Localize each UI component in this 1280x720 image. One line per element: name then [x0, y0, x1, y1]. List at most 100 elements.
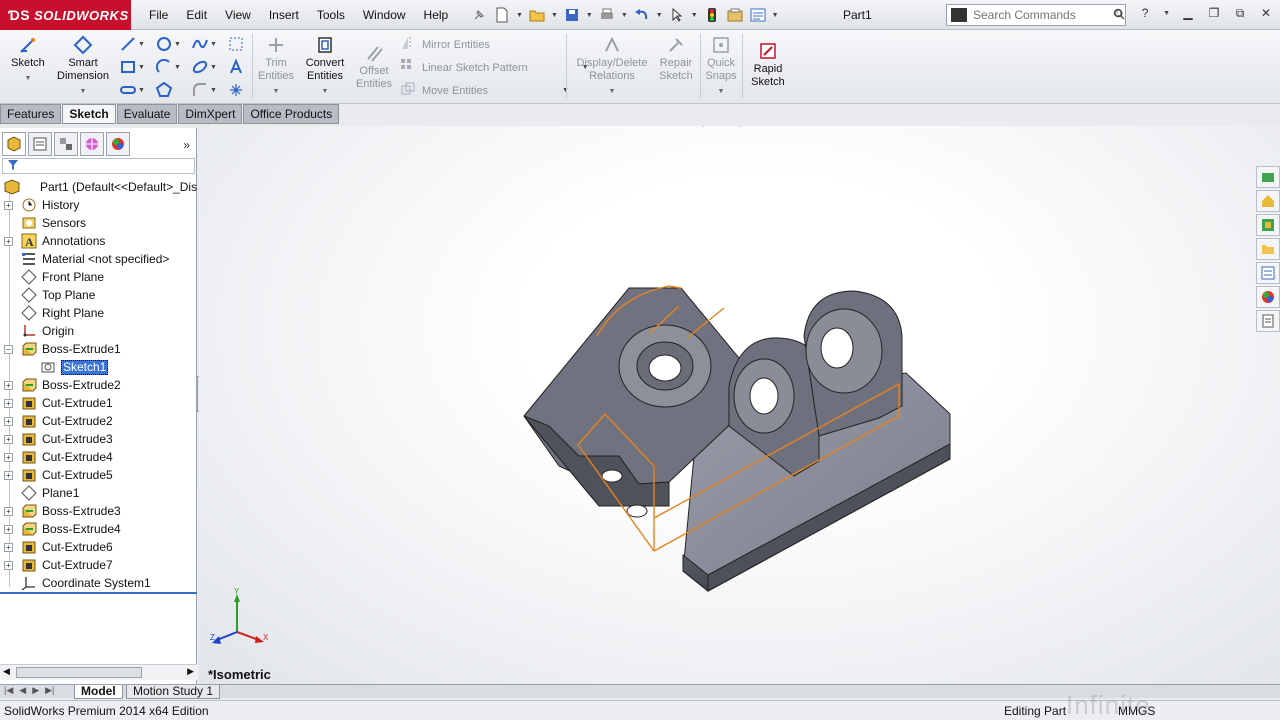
view-settings-icon[interactable] — [866, 126, 884, 128]
undo-dropdown-icon[interactable]: ▼ — [656, 12, 663, 19]
print-dropdown-icon[interactable]: ▼ — [621, 12, 628, 19]
expand-icon[interactable]: + — [4, 452, 13, 462]
menu-edit[interactable]: Edit — [177, 0, 216, 30]
polygon-tool-icon[interactable] — [156, 80, 192, 100]
panel-divider[interactable] — [0, 592, 197, 594]
menu-help[interactable]: Help — [415, 0, 458, 30]
minimize-icon[interactable]: ▁ — [1180, 5, 1196, 21]
new-document-icon[interactable] — [493, 6, 511, 24]
offset-entities-button[interactable]: Offset Entities — [352, 42, 396, 91]
expand-icon[interactable]: + — [4, 506, 13, 516]
tree-item-sensors[interactable]: Sensors — [0, 214, 197, 232]
expand-icon[interactable]: + — [4, 416, 13, 426]
options-dropdown-icon[interactable]: ▼ — [772, 12, 779, 19]
options-icon[interactable] — [749, 6, 767, 24]
line-tool-icon[interactable]: ▼ — [120, 34, 156, 54]
expand-icon[interactable]: + — [4, 542, 13, 552]
tree-item-right-plane[interactable]: Right Plane — [0, 304, 197, 322]
sketch-dropdown-icon[interactable]: ▼ — [25, 72, 32, 85]
expand-panel-icon[interactable]: » — [183, 138, 190, 152]
display-style-icon[interactable] — [731, 126, 749, 128]
tree-item-cut-extrude3[interactable]: + Cut-Extrude3 — [0, 430, 197, 448]
apply-scene-icon[interactable] — [829, 126, 847, 128]
last-tab-icon[interactable]: ▶| — [45, 685, 54, 696]
display-delete-relations-button[interactable]: Display/Delete Relations ▼ — [572, 34, 652, 98]
tab-evaluate[interactable]: Evaluate — [116, 104, 178, 124]
rapid-sketch-button[interactable]: Rapid Sketch — [748, 40, 788, 89]
restore-down-icon[interactable]: ⧉ — [1232, 5, 1248, 21]
scrollbar-thumb[interactable] — [16, 667, 142, 678]
user-icon[interactable]: ☺ — [1111, 5, 1127, 21]
expand-icon[interactable]: + — [4, 434, 13, 444]
quick-snaps-dropdown-icon[interactable]: ▼ — [718, 85, 725, 98]
select-arrow-icon[interactable] — [668, 6, 686, 24]
tab-sketch[interactable]: Sketch — [62, 104, 116, 124]
section-view-icon[interactable] — [670, 126, 688, 128]
menu-tools[interactable]: Tools — [308, 0, 354, 30]
menu-view[interactable]: View — [216, 0, 260, 30]
tree-item-plane1[interactable]: Plane1 — [0, 484, 197, 502]
rectangle-tool-icon[interactable]: ▼ — [120, 57, 156, 77]
zoom-to-area-icon[interactable] — [622, 126, 640, 128]
linear-sketch-pattern-command[interactable]: Linear Sketch Pattern ▼ — [400, 58, 589, 77]
menu-insert[interactable]: Insert — [260, 0, 308, 30]
tree-item-sketch1[interactable]: Sketch1 — [0, 358, 197, 376]
expand-icon[interactable]: + — [4, 380, 13, 390]
expand-icon[interactable]: + — [4, 200, 13, 210]
open-folder-icon[interactable] — [528, 6, 546, 24]
tree-item-boss-extrude3[interactable]: + Boss-Extrude3 — [0, 502, 197, 520]
help-question-icon[interactable]: ? — [1137, 5, 1153, 21]
search-commands-box[interactable] — [946, 4, 1126, 26]
help-dropdown-icon[interactable]: ▼ — [1163, 10, 1170, 17]
tree-item-cut-extrude2[interactable]: + Cut-Extrude2 — [0, 412, 197, 430]
tree-item-annotations[interactable]: + A Annotations — [0, 232, 197, 250]
tab-features[interactable]: Features — [0, 104, 62, 124]
tree-item-cut-extrude5[interactable]: + Cut-Extrude5 — [0, 466, 197, 484]
zoom-to-fit-icon[interactable] — [598, 126, 616, 128]
tree-item-cut-extrude7[interactable]: + Cut-Extrude7 — [0, 556, 197, 574]
tree-item-front-plane[interactable]: Front Plane — [0, 268, 197, 286]
solidworks-logo[interactable]: ƊS SOLIDWORKS — [0, 0, 131, 30]
tree-item-boss-extrude2[interactable]: + Boss-Extrude2 — [0, 376, 197, 394]
tree-item-cut-extrude6[interactable]: + Cut-Extrude6 — [0, 538, 197, 556]
select-dropdown-icon[interactable]: ▼ — [691, 12, 698, 19]
tab-model[interactable]: Model — [74, 685, 123, 699]
property-manager-tab-icon[interactable] — [28, 132, 52, 156]
trim-entities-button[interactable]: Trim Entities ▼ — [256, 34, 296, 98]
tab-motion-study-1[interactable]: Motion Study 1 — [126, 685, 221, 699]
feature-filter-box[interactable] — [2, 158, 195, 174]
menu-file[interactable]: File — [140, 0, 177, 30]
quick-snaps-button[interactable]: Quick Snaps ▼ — [704, 34, 738, 98]
convert-entities-button[interactable]: Convert Entities ▼ — [302, 34, 348, 98]
tree-item-history[interactable]: + History — [0, 196, 197, 214]
tree-item-boss-extrude1[interactable]: − Boss-Extrude1 — [0, 340, 197, 358]
expand-icon[interactable]: + — [4, 470, 13, 480]
smart-dimension-button[interactable]: Smart Dimension ▼ — [52, 34, 114, 98]
rebuild-icon[interactable] — [703, 6, 721, 24]
menu-window[interactable]: Window — [354, 0, 415, 30]
slot-tool-icon[interactable]: ▼ — [120, 80, 156, 100]
save-dropdown-icon[interactable]: ▼ — [586, 12, 593, 19]
spline-tool-icon[interactable]: ▼ — [192, 34, 228, 54]
previous-view-icon[interactable] — [646, 126, 664, 128]
restore-icon[interactable]: ❐ — [1206, 5, 1222, 21]
trim-dropdown-icon[interactable]: ▼ — [273, 85, 280, 98]
scroll-left-icon[interactable]: ◀ — [3, 666, 10, 677]
tree-item-top-plane[interactable]: Top Plane — [0, 286, 197, 304]
close-icon[interactable]: ✕ — [1258, 5, 1274, 21]
tree-item-coordinate-system1[interactable]: Coordinate System1 — [0, 574, 197, 592]
edit-appearance-icon[interactable] — [805, 126, 823, 128]
next-tab-icon[interactable]: ▶ — [32, 685, 39, 696]
configuration-manager-tab-icon[interactable] — [54, 132, 78, 156]
print-icon[interactable] — [598, 6, 616, 24]
scroll-right-icon[interactable]: ▶ — [187, 666, 194, 677]
file-properties-icon[interactable] — [726, 6, 744, 24]
search-input[interactable] — [973, 8, 1113, 22]
feature-tree-tab-icon[interactable] — [2, 132, 26, 156]
expand-icon[interactable]: + — [4, 524, 13, 534]
view-orientation-icon[interactable] — [694, 126, 712, 128]
convert-dropdown-icon[interactable]: ▼ — [322, 85, 329, 98]
expand-icon[interactable]: + — [4, 236, 13, 246]
hide-show-items-icon[interactable] — [768, 126, 786, 128]
tree-item-material[interactable]: Material <not specified> — [0, 250, 197, 268]
